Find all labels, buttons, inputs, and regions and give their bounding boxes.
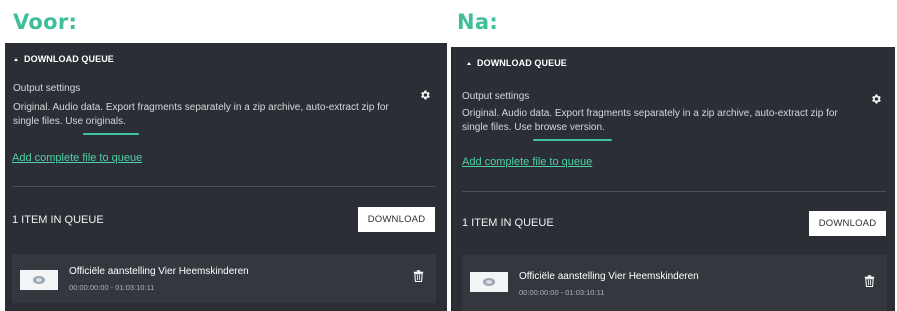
trash-icon[interactable]	[864, 275, 875, 287]
download-queue-panel-before: DOWNLOAD QUEUE Output settings Original.…	[5, 43, 447, 311]
gear-icon[interactable]	[870, 93, 882, 105]
download-button[interactable]: DOWNLOAD	[358, 207, 435, 232]
download-button[interactable]: DOWNLOAD	[809, 211, 886, 236]
queue-count: 1 ITEM IN QUEUE	[462, 217, 554, 229]
section-divider	[12, 186, 436, 187]
caption-after: Na:	[457, 10, 499, 34]
queue-header-toggle[interactable]: DOWNLOAD QUEUE	[467, 58, 567, 68]
highlight-underline	[533, 139, 612, 141]
queue-item-title: Officiële aanstelling Vier Heemskinderen	[69, 266, 249, 277]
caption-before: Voor:	[13, 10, 78, 34]
queue-header-title: DOWNLOAD QUEUE	[24, 54, 114, 64]
queue-item[interactable]: Officiële aanstelling Vier Heemskinderen…	[462, 255, 887, 311]
caret-up-icon	[467, 61, 471, 65]
queue-header-title: DOWNLOAD QUEUE	[477, 58, 567, 68]
queue-item-timecode: 00:00:00:00 - 01:03:10:11	[69, 283, 155, 292]
thumbnail-icon	[20, 270, 58, 290]
section-divider	[462, 191, 886, 192]
queue-item-timecode: 00:00:00:00 - 01:03:10:11	[519, 288, 605, 297]
download-queue-panel-after: DOWNLOAD QUEUE Output settings Original.…	[451, 47, 895, 311]
queue-count: 1 ITEM IN QUEUE	[12, 214, 104, 226]
output-settings-description: Original. Audio data. Export fragments s…	[462, 108, 838, 133]
queue-item-title: Officiële aanstelling Vier Heemskinderen	[519, 271, 699, 282]
trash-icon[interactable]	[413, 270, 424, 282]
add-complete-file-link[interactable]: Add complete file to queue	[462, 156, 592, 168]
caret-up-icon	[14, 57, 18, 61]
output-settings-description: Original. Audio data. Export fragments s…	[13, 102, 389, 127]
gear-icon[interactable]	[419, 89, 431, 101]
thumbnail-icon	[470, 272, 508, 292]
output-settings-label: Output settings	[13, 83, 81, 94]
add-complete-file-link[interactable]: Add complete file to queue	[12, 152, 142, 164]
highlight-underline	[83, 133, 139, 135]
queue-item[interactable]: Officiële aanstelling Vier Heemskinderen…	[12, 254, 436, 303]
output-settings-label: Output settings	[462, 91, 530, 102]
queue-header-toggle[interactable]: DOWNLOAD QUEUE	[14, 54, 114, 64]
